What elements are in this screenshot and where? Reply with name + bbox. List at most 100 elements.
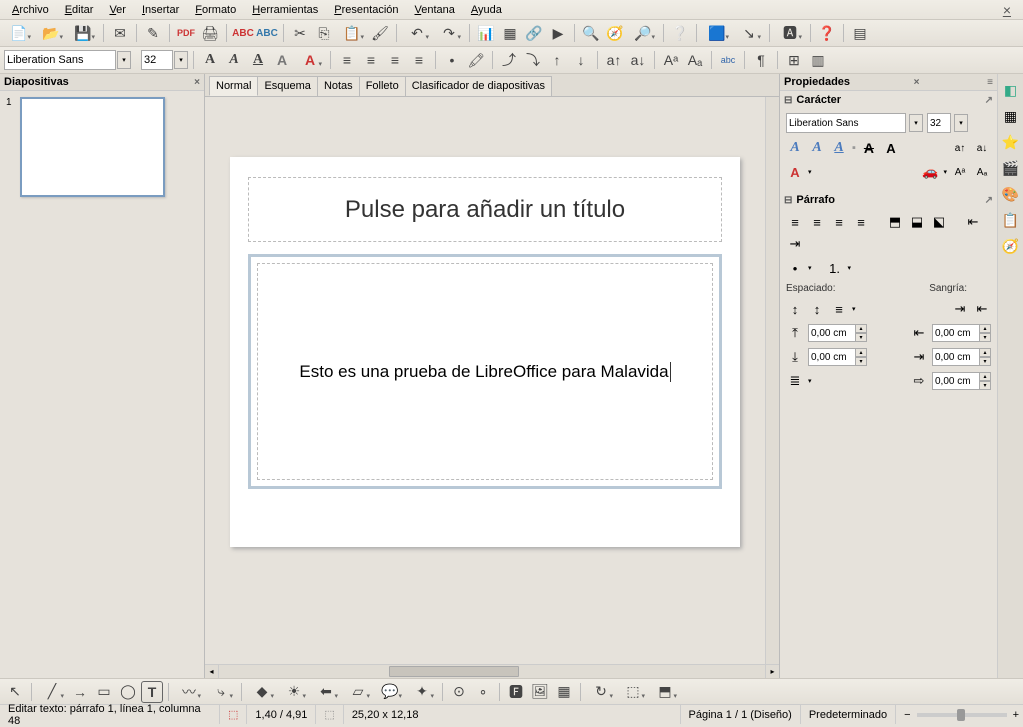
curve-tool[interactable]: 〰 <box>174 681 204 703</box>
increase-font-button[interactable]: a↑ <box>603 49 625 71</box>
select-tool[interactable]: ↖ <box>4 681 26 703</box>
font-name-dropdown[interactable]: ▾ <box>117 51 131 69</box>
props-font-size-drop[interactable]: ▾ <box>954 114 968 132</box>
object-button[interactable]: 🟦 <box>702 22 732 44</box>
transition-tab-icon[interactable]: 🎨 <box>1001 184 1021 204</box>
arrange-tool[interactable]: ⬒ <box>650 681 680 703</box>
flowcharts[interactable]: ▱ <box>343 681 373 703</box>
align-right-button[interactable]: ≡ <box>384 49 406 71</box>
connector-tool[interactable]: ⤷ <box>206 681 236 703</box>
shadow-icon[interactable]: A <box>882 139 900 157</box>
menu-ayuda[interactable]: Ayuda <box>463 2 510 18</box>
indent-right[interactable]: ▴▾ <box>932 348 991 366</box>
title-placeholder[interactable]: Pulse para añadir un título <box>248 177 722 242</box>
sp-icon3[interactable]: ≡ <box>830 300 848 318</box>
layouts-tab-icon[interactable]: ▦ <box>1001 106 1021 126</box>
italic-button[interactable]: A <box>223 49 245 71</box>
zoom-slider[interactable] <box>917 713 1007 717</box>
properties-menu[interactable]: ≡ <box>987 77 993 88</box>
spacing-above[interactable]: ▴▾ <box>808 324 867 342</box>
glue-tool[interactable]: ∘ <box>472 681 494 703</box>
bold-icon[interactable]: A <box>786 139 804 157</box>
align-left-button[interactable]: ≡ <box>336 49 358 71</box>
underline-button[interactable]: A <box>247 49 269 71</box>
charsp-icon[interactable]: 🚗 <box>921 163 939 181</box>
basic-shapes[interactable]: ◆ <box>247 681 277 703</box>
align-tool[interactable]: ⬚ <box>618 681 648 703</box>
tab-normal[interactable]: Normal <box>209 76 258 96</box>
rect-tool[interactable]: ▭ <box>93 681 115 703</box>
shrink-font-icon[interactable]: a↓ <box>973 139 991 157</box>
pdf-button[interactable]: PDF <box>175 22 197 44</box>
ellipse-tool[interactable]: ◯ <box>117 681 139 703</box>
styles-tab-icon[interactable]: 📋 <box>1001 210 1021 230</box>
stars[interactable]: ✦ <box>407 681 437 703</box>
edit-button[interactable]: ✎ <box>142 22 164 44</box>
bullets-button[interactable]: • <box>441 49 463 71</box>
tab-folleto[interactable]: Folleto <box>359 76 406 96</box>
align-l-icon[interactable]: ≡ <box>786 213 804 231</box>
grow-font-icon[interactable]: a↑ <box>951 139 969 157</box>
sp-icon1[interactable]: ↕ <box>786 300 804 318</box>
insert-slide-button[interactable]: ⊞ <box>783 49 805 71</box>
decrease-font-button[interactable]: a↓ <box>627 49 649 71</box>
status-record[interactable]: ⬚ <box>220 705 247 724</box>
section-parrafo[interactable]: Párrafo ↗ <box>780 191 997 209</box>
move-up-button[interactable]: ↑ <box>546 49 568 71</box>
gallery-tab-icon[interactable]: ⭐ <box>1001 132 1021 152</box>
connector-button[interactable]: ↘ <box>734 22 764 44</box>
fontwork-button[interactable]: 🅰 <box>775 22 805 44</box>
ind-icon1[interactable]: ⇥ <box>951 300 969 318</box>
menu-formato[interactable]: Formato <box>187 2 244 18</box>
font-size-dropdown[interactable]: ▾ <box>174 51 188 69</box>
block-arrows[interactable]: ⬅ <box>311 681 341 703</box>
points-tool[interactable]: ⊙ <box>448 681 470 703</box>
font-name-combo[interactable] <box>4 50 116 70</box>
sp-bot-icon[interactable]: ⤓ <box>786 348 804 366</box>
valign-m-icon[interactable]: ⬓ <box>908 213 926 231</box>
fontwork-tool[interactable]: 🅵 <box>505 681 527 703</box>
layout-button[interactable]: ▥ <box>807 49 829 71</box>
props-font-size[interactable] <box>927 113 951 133</box>
numbering-icon[interactable]: 1. <box>826 259 844 277</box>
horizontal-scrollbar[interactable]: ◂ ▸ <box>205 664 779 678</box>
close-button[interactable]: × <box>995 0 1019 20</box>
line-tool[interactable]: ╱ <box>37 681 67 703</box>
align-r-icon[interactable]: ≡ <box>830 213 848 231</box>
indent-left[interactable]: ▴▾ <box>932 324 991 342</box>
align-center-button[interactable]: ≡ <box>360 49 382 71</box>
navigator-tab-icon[interactable]: 🧭 <box>1001 236 1021 256</box>
new-button[interactable]: 📄 <box>4 22 34 44</box>
print-button[interactable]: 🖨 <box>199 22 221 44</box>
copy-button[interactable]: ⎘ <box>313 22 335 44</box>
shadow-button[interactable]: A <box>271 49 293 71</box>
props-font-name[interactable] <box>786 113 906 133</box>
sp-top-icon[interactable]: ⤒ <box>786 324 804 342</box>
menu-editar[interactable]: Editar <box>57 2 102 18</box>
tab-clasificador[interactable]: Clasificador de diapositivas <box>405 76 552 96</box>
symbol-shapes[interactable]: ☀ <box>279 681 309 703</box>
slide-thumbnail-1[interactable]: 1 <box>6 97 198 197</box>
outline-up-button[interactable]: ⤴ <box>498 49 520 71</box>
text-tool[interactable]: T <box>141 681 163 703</box>
tab-esquema[interactable]: Esquema <box>257 76 317 96</box>
highlight-button[interactable]: 🖍 <box>465 49 487 71</box>
align-j-icon[interactable]: ≡ <box>852 213 870 231</box>
para-dialog-button[interactable]: ¶ <box>750 49 772 71</box>
help-button[interactable]: ❔ <box>669 22 691 44</box>
fontcolor-button[interactable]: A <box>295 49 325 71</box>
menu-insertar[interactable]: Insertar <box>134 2 187 18</box>
props-tab-icon[interactable]: ◧ <box>1001 80 1021 100</box>
strike-icon[interactable]: A <box>860 139 878 157</box>
underline-icon[interactable]: A <box>830 139 848 157</box>
valign-b-icon[interactable]: ⬕ <box>930 213 948 231</box>
callouts[interactable]: 💬 <box>375 681 405 703</box>
navigator-button[interactable]: 🧭 <box>604 22 626 44</box>
animation-tab-icon[interactable]: 🎬 <box>1001 158 1021 178</box>
canvas[interactable]: Pulse para añadir un título Esto es una … <box>205 97 765 664</box>
menu-presentacion[interactable]: Presentación <box>326 2 406 18</box>
superscript-button[interactable]: Aᵃ <box>660 49 682 71</box>
menu-archivo[interactable]: Archivo <box>4 2 57 18</box>
font-size-combo[interactable] <box>141 50 173 70</box>
cut-button[interactable]: ✂ <box>289 22 311 44</box>
